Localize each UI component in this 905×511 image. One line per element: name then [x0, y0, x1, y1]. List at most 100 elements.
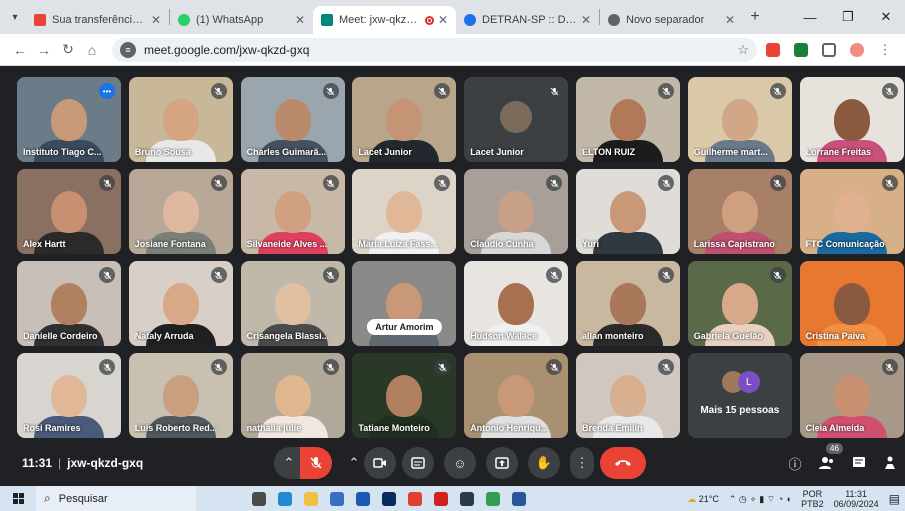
participant-tile[interactable]: Charles Guimarã... [240, 77, 345, 162]
hang-up-icon [615, 460, 631, 466]
tab-whatsapp[interactable]: (1) WhatsApp ✕ [170, 6, 313, 34]
participant-tile[interactable]: ••• Instituto Tiago C... [17, 77, 121, 162]
participant-tile[interactable]: Nataly Arruda [128, 261, 233, 346]
store-icon[interactable] [324, 486, 350, 511]
participant-tile[interactable]: Hudson Walace [464, 261, 569, 346]
participant-tile[interactable]: Claudio Cunha [464, 169, 569, 254]
participant-tile[interactable]: ELTON RUIZ [576, 77, 680, 162]
participant-tile[interactable]: allan monteiro [576, 261, 680, 346]
participant-face [162, 375, 199, 417]
participant-name: Yuri [582, 239, 600, 249]
close-window-icon[interactable]: ✕ [867, 0, 905, 34]
participant-tile[interactable]: Tatiane Monteiro [352, 353, 457, 438]
home-icon[interactable]: ⌂ [80, 38, 104, 62]
tab-gmail[interactable]: Sua transferência foi enviada ✕ [26, 6, 169, 34]
photoshop-icon[interactable] [376, 486, 402, 511]
mic-off-button[interactable] [300, 447, 332, 479]
close-tab-icon[interactable]: ✕ [438, 13, 448, 27]
edge-icon[interactable] [272, 486, 298, 511]
site-info-icon[interactable]: ≡ [120, 41, 136, 58]
extension-icon[interactable] [789, 38, 813, 62]
emoji-reactions-button[interactable]: ☺ [444, 447, 476, 479]
close-tab-icon[interactable]: ✕ [581, 13, 591, 27]
tab-search-icon[interactable]: ▾ [4, 3, 26, 31]
camera-off-button[interactable] [364, 447, 396, 479]
meeting-details-icon[interactable]: ⓘ [785, 453, 805, 473]
bookmark-star-icon[interactable]: ☆ [737, 42, 749, 58]
clock[interactable]: 11:31 06/09/2024 [834, 489, 879, 509]
participant-tile[interactable]: Guilherme mart... [687, 77, 792, 162]
participant-face [162, 191, 199, 233]
participant-tile[interactable]: Antonio Henriqu... [464, 353, 569, 438]
pdf-icon[interactable] [428, 486, 454, 511]
start-button[interactable] [0, 486, 36, 511]
leave-call-button[interactable] [600, 447, 646, 479]
participant-tile[interactable]: Alex Hartt [17, 169, 121, 254]
restore-icon[interactable]: ❐ [829, 0, 867, 34]
profile-avatar[interactable] [845, 38, 869, 62]
chrome-profile-icon[interactable] [480, 486, 506, 511]
file-explorer-icon[interactable] [298, 486, 324, 511]
word-icon[interactable] [506, 486, 532, 511]
participant-tile[interactable]: Yuri [576, 169, 680, 254]
participant-tile[interactable]: Cristina Paiva [799, 261, 904, 346]
participant-tile[interactable]: Lacet Junior [352, 77, 457, 162]
taskbar-search[interactable]: ⌕ Pesquisar [36, 486, 196, 511]
windows-logo-icon [12, 493, 24, 504]
reload-icon[interactable]: ↻ [56, 38, 80, 62]
chrome-icon[interactable] [402, 486, 428, 511]
people-icon[interactable] [817, 453, 837, 473]
chat-icon[interactable] [849, 453, 869, 473]
participant-tile[interactable]: Rosi Ramires [17, 353, 121, 438]
extensions-puzzle-icon[interactable] [817, 38, 841, 62]
activities-icon[interactable] [880, 453, 900, 473]
captions-button[interactable] [402, 447, 434, 479]
participant-tile[interactable]: FTC Comunicação [799, 169, 904, 254]
participant-tile[interactable]: nathalia julie [240, 353, 345, 438]
participant-tile[interactable]: Cleia Almeida [799, 353, 904, 438]
participant-tile[interactable]: Bruno Sousa [128, 77, 233, 162]
back-icon[interactable]: ← [8, 38, 32, 62]
participant-tile[interactable]: Gabriela Guelão [687, 261, 792, 346]
participant-tile[interactable]: Silvaneide Alves ... [240, 169, 345, 254]
close-tab-icon[interactable]: ✕ [151, 13, 161, 27]
participant-name: Alex Hartt [23, 239, 66, 249]
extension-icon[interactable] [761, 38, 785, 62]
new-tab-button[interactable]: + [743, 3, 767, 31]
forward-icon[interactable]: → [32, 38, 56, 62]
participant-tile[interactable]: Danielle Cordeiro [17, 261, 121, 346]
present-screen-button[interactable] [486, 447, 518, 479]
participant-tile[interactable]: Luis Roberto Red... [128, 353, 233, 438]
participant-tile[interactable]: Josiane Fontana [128, 169, 233, 254]
participant-name-chip[interactable]: Artur Amorim [367, 319, 442, 335]
tab-new[interactable]: Novo separador ✕ [600, 6, 743, 34]
close-tab-icon[interactable]: ✕ [725, 13, 735, 27]
minimize-icon[interactable]: — [791, 0, 829, 34]
mic-off-icon [310, 457, 322, 469]
more-options-button[interactable]: ⋮ [570, 447, 594, 479]
participant-tile[interactable]: Larissa Capistrano [687, 169, 792, 254]
raise-hand-button[interactable]: ✋ [528, 447, 560, 479]
address-bar[interactable]: ≡ meet.google.com/jxw-qkzd-gxq ☆ [112, 37, 757, 62]
mail-icon[interactable] [350, 486, 376, 511]
app-icon[interactable] [454, 486, 480, 511]
participant-tile[interactable]: Maria Luiza Fass... [352, 169, 457, 254]
close-tab-icon[interactable]: ✕ [295, 13, 305, 27]
tab-meet[interactable]: Meet: jxw-qkzd-gxq ✕ [313, 6, 456, 34]
participant-tile[interactable]: Crisangela Blassi... [240, 261, 345, 346]
participant-name: Gabriela Guelão [693, 331, 763, 341]
participant-tile[interactable]: Lorrane Freitas [799, 77, 904, 162]
participant-tile[interactable]: Lacet Junior [464, 77, 569, 162]
more-menu-icon[interactable]: ⋮ [873, 38, 897, 62]
tray-icons[interactable]: ⌃ ◷ ⚬ ▮ ⌔ ◔ ◖ [729, 494, 791, 504]
language-indicator[interactable]: POR PTB2 [801, 489, 824, 509]
participant-tile[interactable]: Brenda Emilin [576, 353, 680, 438]
tab-detran[interactable]: DETRAN-SP :: DEPARTAMENTO ✕ [456, 6, 599, 34]
more-participants-tile[interactable]: L Mais 15 pessoas [687, 353, 792, 438]
weather-widget[interactable]: ☁ 21°C [687, 494, 719, 504]
participant-name: Claudio Cunha [470, 239, 534, 249]
participant-tile[interactable]: Artur Amorim [352, 261, 457, 346]
task-view-icon[interactable] [246, 486, 272, 511]
notifications-icon[interactable]: ▤ [889, 493, 900, 505]
video-options-button[interactable]: ⌃ [342, 447, 366, 479]
